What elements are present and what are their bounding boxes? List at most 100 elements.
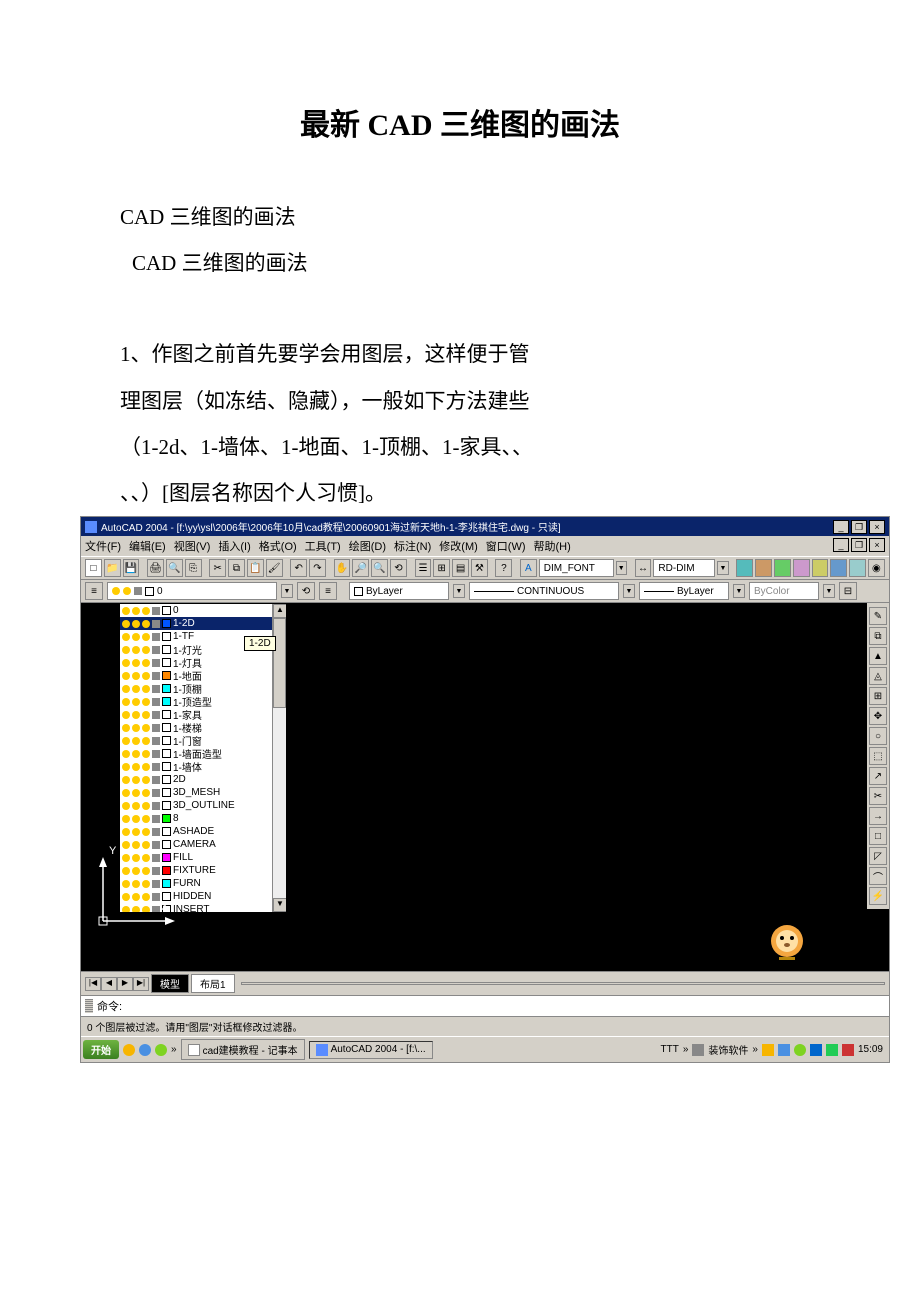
layer-manager-icon[interactable]: ≡ xyxy=(85,582,103,600)
lock-icon[interactable] xyxy=(152,672,160,680)
tab-prev-icon[interactable]: ◀ xyxy=(101,977,117,991)
freeze-icon[interactable] xyxy=(132,633,140,641)
lineweight-dropdown[interactable]: ByLayer xyxy=(639,582,729,600)
layer-list-item[interactable]: 1-灯具 xyxy=(120,656,286,669)
chevron-down-icon[interactable]: ▼ xyxy=(453,584,465,598)
bulb-icon[interactable] xyxy=(122,737,130,745)
hscrollbar[interactable] xyxy=(241,982,885,985)
layer-list-item[interactable]: 1-墙面造型 xyxy=(120,747,286,760)
fillet-icon[interactable]: ⌒ xyxy=(869,867,887,885)
scroll-up-icon[interactable]: ▲ xyxy=(273,604,287,618)
layer-list-item[interactable]: 3D_OUTLINE xyxy=(120,799,286,812)
lock-icon[interactable] xyxy=(152,789,160,797)
taskbar-app-button[interactable]: AutoCAD 2004 - [f:\... xyxy=(309,1041,433,1059)
freeze-icon[interactable] xyxy=(132,802,140,810)
menu-item[interactable]: 视图(V) xyxy=(174,538,211,554)
vpfreeze-icon[interactable] xyxy=(142,659,150,667)
doc-minimize-button[interactable]: _ xyxy=(833,538,849,552)
chevron-icon[interactable]: » xyxy=(683,1044,689,1055)
freeze-icon[interactable] xyxy=(132,789,140,797)
bulb-icon[interactable] xyxy=(122,646,130,654)
print-icon[interactable]: 🖨 xyxy=(147,559,164,577)
lock-icon[interactable] xyxy=(152,724,160,732)
freeze-icon[interactable] xyxy=(132,659,140,667)
vpfreeze-icon[interactable] xyxy=(142,828,150,836)
tab-last-icon[interactable]: ▶| xyxy=(133,977,149,991)
tray-icon[interactable] xyxy=(794,1044,806,1056)
preview-icon[interactable]: 🔍 xyxy=(166,559,183,577)
layer-list-item[interactable]: 1-家具 xyxy=(120,708,286,721)
freeze-icon[interactable] xyxy=(132,646,140,654)
layer-list-item[interactable]: 8 xyxy=(120,812,286,825)
freeze-icon[interactable] xyxy=(132,841,140,849)
redo-icon[interactable]: ↷ xyxy=(309,559,326,577)
vpfreeze-icon[interactable] xyxy=(142,698,150,706)
layer-dropdown-control[interactable]: 0 xyxy=(107,582,277,600)
lock-icon[interactable] xyxy=(152,828,160,836)
tool-palette-icon[interactable]: ▤ xyxy=(452,559,469,577)
menu-item[interactable]: 插入(I) xyxy=(218,538,250,554)
open-icon[interactable]: 📁 xyxy=(104,559,121,577)
menu-item[interactable]: 文件(F) xyxy=(85,538,121,554)
text-style-icon[interactable]: A xyxy=(520,559,537,577)
menu-item[interactable]: 绘图(D) xyxy=(349,538,386,554)
layer-list-item[interactable]: 1-顶造型 xyxy=(120,695,286,708)
bulb-icon[interactable] xyxy=(122,724,130,732)
menu-item[interactable]: 帮助(H) xyxy=(534,538,571,554)
trim-icon[interactable]: ✂ xyxy=(869,787,887,805)
help-icon[interactable]: ? xyxy=(495,559,512,577)
taskbar-app-button[interactable]: cad建模教程 - 记事本 xyxy=(181,1039,305,1060)
lock-icon[interactable] xyxy=(152,750,160,758)
chevron-icon[interactable]: » xyxy=(752,1044,758,1055)
start-button[interactable]: 开始 xyxy=(83,1040,119,1059)
lock-icon[interactable] xyxy=(152,711,160,719)
menu-item[interactable]: 工具(T) xyxy=(305,538,341,554)
vpfreeze-icon[interactable] xyxy=(142,802,150,810)
dim-icon[interactable]: ↔ xyxy=(635,559,652,577)
vpfreeze-icon[interactable] xyxy=(142,685,150,693)
mirror-icon[interactable]: ▲ xyxy=(869,647,887,665)
freeze-icon[interactable] xyxy=(132,737,140,745)
ime-indicator[interactable]: TTT xyxy=(661,1044,679,1055)
quick-launch-icon[interactable] xyxy=(123,1044,135,1056)
chevron-down-icon[interactable]: ▼ xyxy=(733,584,745,598)
tool-icon[interactable]: ⊟ xyxy=(839,582,857,600)
model-tab[interactable]: 模型 xyxy=(151,974,189,993)
chevron-down-icon[interactable]: ▼ xyxy=(281,584,293,598)
tray-icon[interactable] xyxy=(842,1044,854,1056)
tool-icon[interactable] xyxy=(774,559,791,577)
freeze-icon[interactable] xyxy=(132,620,140,628)
lock-icon[interactable] xyxy=(152,802,160,810)
menu-item[interactable]: 格式(O) xyxy=(259,538,297,554)
freeze-icon[interactable] xyxy=(132,750,140,758)
freeze-icon[interactable] xyxy=(132,672,140,680)
tool-icon[interactable] xyxy=(793,559,810,577)
freeze-icon[interactable] xyxy=(132,776,140,784)
vpfreeze-icon[interactable] xyxy=(142,750,150,758)
props-icon[interactable]: ☰ xyxy=(415,559,432,577)
vpfreeze-icon[interactable] xyxy=(142,776,150,784)
lock-icon[interactable] xyxy=(152,607,160,615)
tray-icon[interactable] xyxy=(762,1044,774,1056)
layer-state-icon[interactable]: ≡ xyxy=(319,582,337,600)
explode-icon[interactable]: ⚡ xyxy=(869,887,887,905)
erase-icon[interactable]: ✎ xyxy=(869,607,887,625)
layer-list-item[interactable]: 3D_MESH xyxy=(120,786,286,799)
lock-icon[interactable] xyxy=(152,620,160,628)
menu-item[interactable]: 修改(M) xyxy=(439,538,478,554)
rotate-icon[interactable]: ○ xyxy=(869,727,887,745)
paste-icon[interactable]: 📋 xyxy=(247,559,264,577)
lock-icon[interactable] xyxy=(152,646,160,654)
zoom-prev-icon[interactable]: ⟲ xyxy=(390,559,407,577)
tray-icon[interactable] xyxy=(692,1044,704,1056)
vpfreeze-icon[interactable] xyxy=(142,789,150,797)
doc-maximize-button[interactable]: ❐ xyxy=(851,538,867,552)
scroll-thumb[interactable] xyxy=(273,618,286,708)
vpfreeze-icon[interactable] xyxy=(142,711,150,719)
lock-icon[interactable] xyxy=(152,698,160,706)
maximize-button[interactable]: ❐ xyxy=(851,520,867,534)
freeze-icon[interactable] xyxy=(132,815,140,823)
dbconnect-icon[interactable]: ⚒ xyxy=(471,559,488,577)
chevron-icon[interactable]: » xyxy=(171,1044,177,1055)
bulb-icon[interactable] xyxy=(122,750,130,758)
